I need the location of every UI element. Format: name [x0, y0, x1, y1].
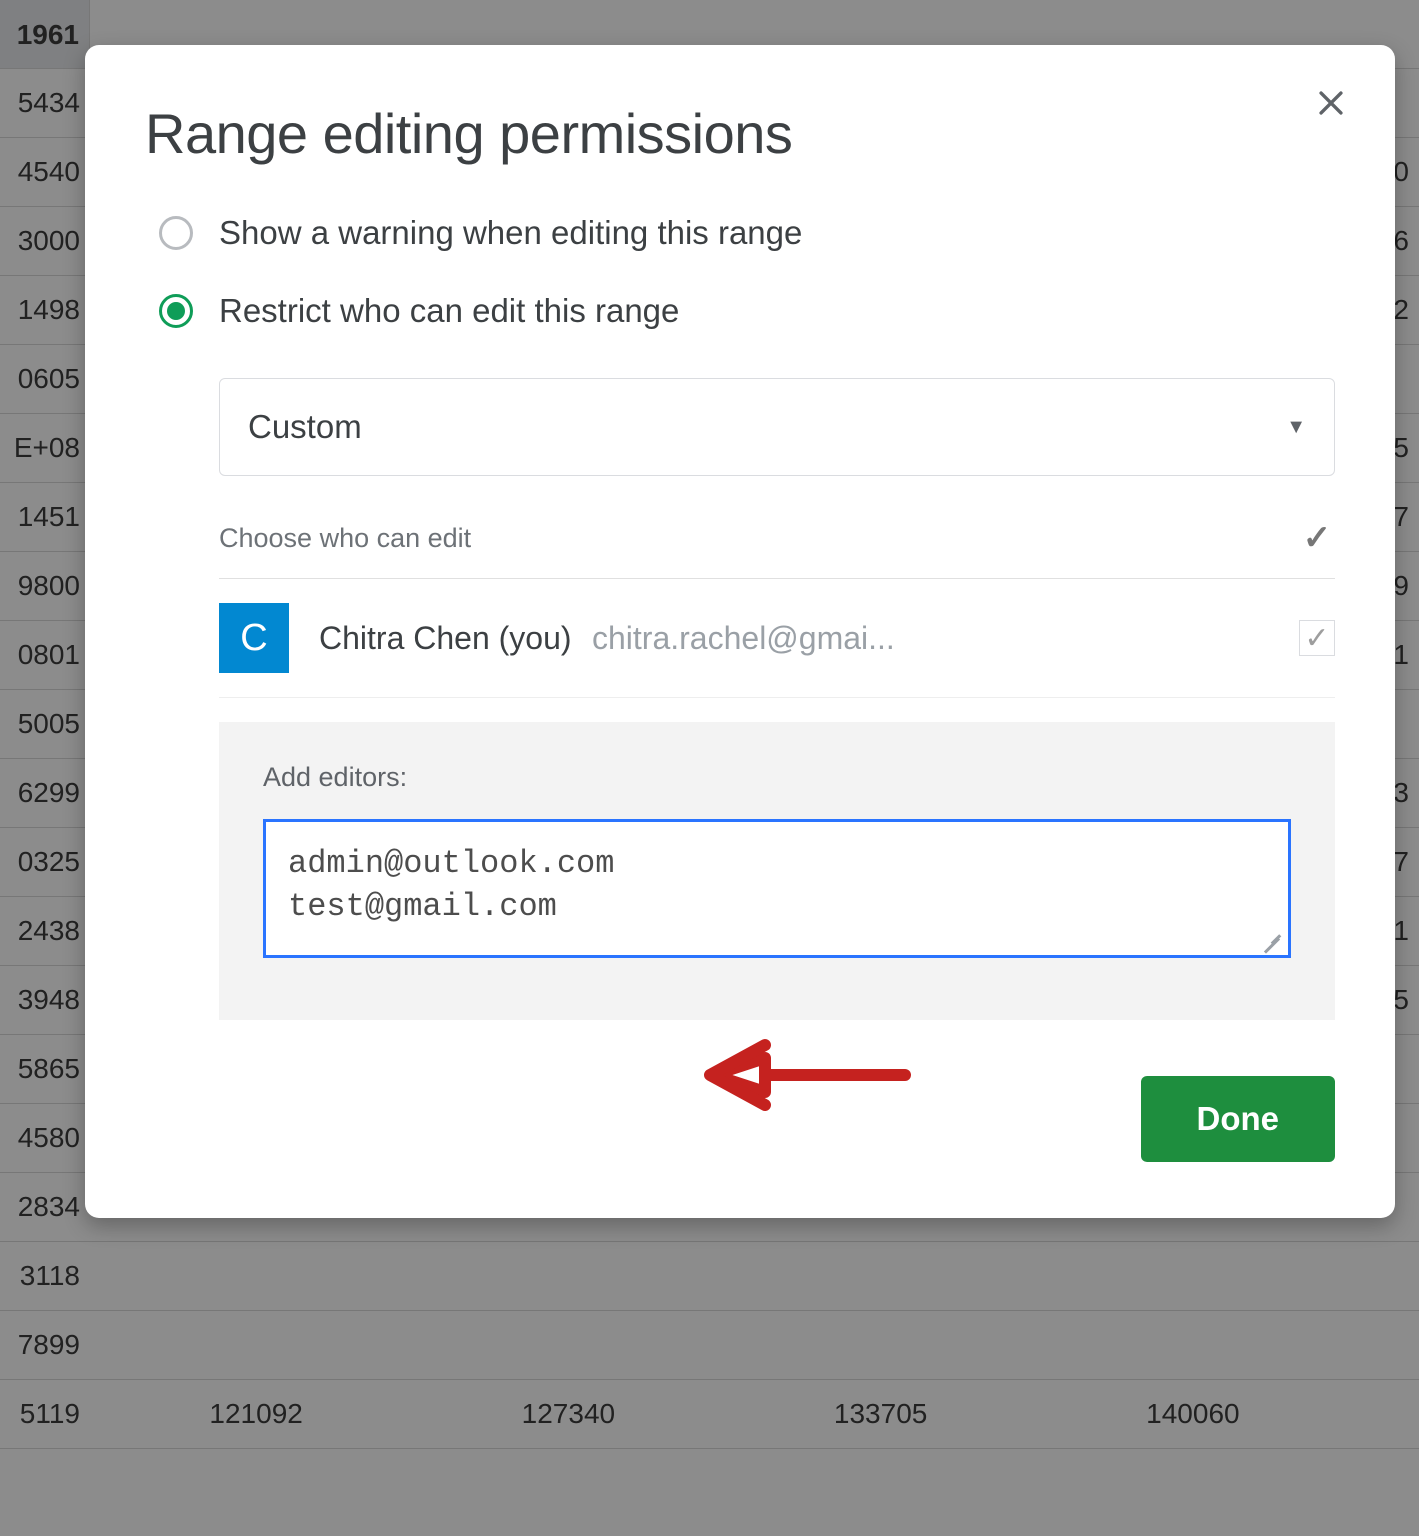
dialog-title: Range editing permissions: [145, 101, 1335, 166]
add-editors-panel: Add editors:: [219, 722, 1335, 1020]
editor-row-owner: C Chitra Chen (you) chitra.rachel@gmai..…: [219, 579, 1335, 698]
add-editors-label: Add editors:: [263, 762, 1291, 793]
option-restrict[interactable]: Restrict who can edit this range: [159, 292, 1335, 330]
restriction-mode-select[interactable]: Custom ▼: [219, 378, 1335, 476]
caret-down-icon: ▼: [1286, 416, 1306, 439]
avatar: C: [219, 603, 289, 673]
radio-selected-icon: [159, 294, 193, 328]
choose-who-label: Choose who can edit: [219, 523, 471, 554]
add-editors-input[interactable]: [288, 842, 1266, 938]
option-show-warning[interactable]: Show a warning when editing this range: [159, 214, 1335, 252]
table-row: 3118: [0, 1242, 1419, 1311]
editor-name: Chitra Chen (you): [319, 620, 572, 656]
choose-who-header: Choose who can edit ✓: [219, 520, 1335, 579]
editor-email: chitra.rachel@gmai...: [592, 620, 895, 656]
add-editors-input-wrap: [263, 819, 1291, 958]
table-row: 7899: [0, 1311, 1419, 1380]
option-restrict-label: Restrict who can edit this range: [219, 292, 679, 330]
editor-checkbox[interactable]: ✓: [1299, 620, 1335, 656]
range-permissions-dialog: Range editing permissions Show a warning…: [85, 45, 1395, 1218]
close-icon: [1314, 86, 1348, 125]
close-button[interactable]: [1309, 83, 1353, 127]
resize-handle-icon[interactable]: [1260, 927, 1282, 949]
done-button[interactable]: Done: [1141, 1076, 1336, 1162]
table-row: 5119121092127340133705140060: [0, 1380, 1419, 1449]
select-all-checkbox[interactable]: ✓: [1299, 520, 1335, 556]
radio-unselected-icon: [159, 216, 193, 250]
option-show-warning-label: Show a warning when editing this range: [219, 214, 802, 252]
restriction-mode-value: Custom: [248, 408, 362, 446]
